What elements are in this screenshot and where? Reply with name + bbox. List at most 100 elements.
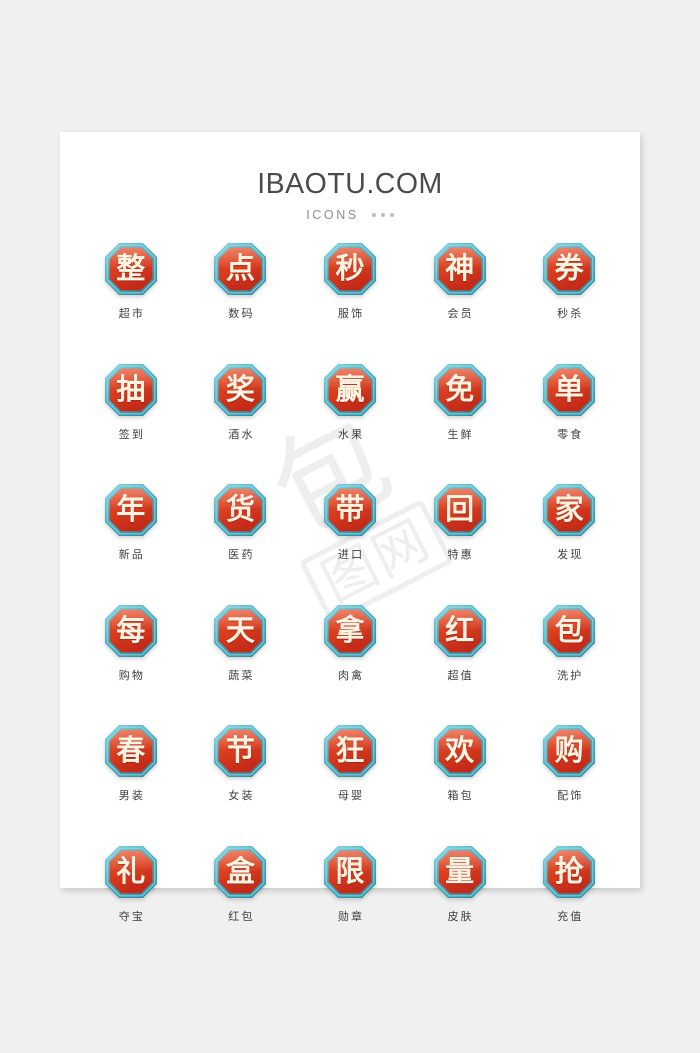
octagon-badge-icon[interactable]: 回	[433, 483, 487, 537]
subtitle-row: ICONS	[60, 208, 640, 222]
badge-character: 整	[116, 251, 146, 285]
icon-cell[interactable]: 单零食	[514, 363, 624, 442]
icon-cell[interactable]: 包洗护	[514, 604, 624, 683]
icon-label: 男装	[118, 789, 146, 802]
octagon-badge-icon[interactable]: 限	[323, 845, 377, 899]
octagon-badge-icon[interactable]: 购	[542, 724, 596, 778]
octagon-badge-icon[interactable]: 带	[323, 483, 377, 537]
octagon-badge-icon[interactable]: 免	[433, 363, 487, 417]
icon-cell[interactable]: 节女装	[186, 724, 296, 803]
icon-cell[interactable]: 红超值	[405, 604, 515, 683]
icon-label: 勋章	[337, 909, 365, 923]
octagon-badge-icon[interactable]: 货	[213, 483, 267, 537]
badge-character: 抽	[116, 371, 146, 406]
icon-cell[interactable]: 点数码	[186, 242, 296, 321]
octagon-badge-icon[interactable]: 春	[104, 724, 158, 778]
octagon-badge-icon[interactable]: 神	[433, 242, 487, 296]
octagon-badge-icon[interactable]: 券	[542, 242, 596, 296]
dots-decoration-icon	[371, 213, 394, 217]
octagon-badge-icon[interactable]: 抢	[542, 845, 596, 899]
badge-character: 盒	[225, 853, 255, 888]
icon-cell[interactable]: 奖酒水	[186, 363, 296, 442]
octagon-badge-icon[interactable]: 抽	[104, 363, 158, 417]
octagon-badge-icon[interactable]: 单	[542, 363, 596, 417]
icon-cell[interactable]: 年新品	[76, 483, 186, 562]
icon-cell[interactable]: 拿肉禽	[295, 604, 405, 683]
badge-character: 赢	[335, 371, 365, 406]
badge-character: 年	[116, 492, 146, 526]
icon-label: 进口	[337, 548, 365, 561]
icon-label: 红包	[228, 909, 255, 923]
badge-character: 节	[225, 733, 255, 767]
octagon-badge-icon[interactable]: 节	[213, 724, 267, 778]
octagon-badge-icon[interactable]: 家	[542, 483, 596, 537]
icon-cell[interactable]: 礼夺宝	[76, 845, 186, 924]
icon-cell[interactable]: 限勋章	[295, 845, 405, 924]
icon-cell[interactable]: 秒服饰	[295, 242, 405, 321]
icon-label: 洗护	[557, 668, 584, 682]
icon-cell[interactable]: 每购物	[76, 604, 186, 683]
icon-cell[interactable]: 春男装	[76, 724, 186, 803]
icon-label: 秒杀	[557, 307, 584, 320]
icon-cell[interactable]: 抢充值	[514, 845, 624, 924]
icon-cell[interactable]: 货医药	[186, 483, 296, 562]
octagon-badge-icon[interactable]: 整	[104, 242, 158, 296]
octagon-badge-icon[interactable]: 欢	[433, 724, 487, 778]
octagon-badge-icon[interactable]: 包	[542, 604, 596, 658]
octagon-badge-icon[interactable]: 盒	[213, 845, 267, 899]
icon-label: 购物	[118, 668, 146, 682]
icon-cell[interactable]: 狂母婴	[295, 724, 405, 803]
octagon-badge-icon[interactable]: 量	[433, 845, 487, 899]
dot-icon	[380, 213, 385, 217]
dot-icon	[371, 213, 376, 217]
badge-character: 带	[335, 492, 365, 526]
icon-cell[interactable]: 欢箱包	[405, 724, 515, 803]
icon-label: 箱包	[447, 789, 474, 802]
icon-label: 水果	[337, 427, 365, 441]
octagon-badge-icon[interactable]: 点	[213, 242, 267, 296]
icon-label: 充值	[557, 909, 584, 923]
octagon-badge-icon[interactable]: 赢	[323, 363, 377, 417]
icon-label: 女装	[228, 789, 255, 802]
badge-character: 礼	[116, 853, 146, 888]
octagon-badge-icon[interactable]: 拿	[323, 604, 377, 658]
icon-cell[interactable]: 带进口	[295, 483, 405, 562]
icon-cell[interactable]: 家发现	[514, 483, 624, 562]
octagon-badge-icon[interactable]: 红	[433, 604, 487, 658]
page-subtitle: ICONS	[306, 208, 359, 222]
icon-label: 会员	[447, 307, 474, 320]
badge-character: 拿	[335, 612, 365, 647]
icon-cell[interactable]: 整超市	[76, 242, 186, 321]
badge-character: 欢	[445, 733, 475, 767]
badge-character: 量	[445, 853, 475, 888]
icon-cell[interactable]: 盒红包	[186, 845, 296, 924]
octagon-badge-icon[interactable]: 年	[104, 483, 158, 537]
icon-set-card: 包 图网 IBAOTU.COM ICONS 整超市点数码秒服饰神会员券秒杀抽签到…	[60, 132, 640, 923]
icon-cell[interactable]: 神会员	[405, 242, 515, 321]
icon-cell[interactable]: 天蔬菜	[186, 604, 296, 683]
icon-cell[interactable]: 免生鲜	[405, 363, 515, 442]
octagon-badge-icon[interactable]: 奖	[213, 363, 267, 417]
octagon-badge-icon[interactable]: 每	[104, 604, 158, 658]
icon-cell[interactable]: 券秒杀	[514, 242, 624, 321]
icon-label: 服饰	[337, 307, 365, 320]
badge-character: 免	[445, 371, 475, 406]
icon-label: 签到	[118, 427, 146, 441]
octagon-badge-icon[interactable]: 天	[213, 604, 267, 658]
octagon-badge-icon[interactable]: 秒	[323, 242, 377, 296]
icon-cell[interactable]: 抽签到	[76, 363, 186, 442]
icon-label: 特惠	[447, 548, 474, 561]
icon-cell[interactable]: 赢水果	[295, 363, 405, 442]
octagon-badge-icon[interactable]: 礼	[104, 845, 158, 899]
icon-grid: 整超市点数码秒服饰神会员券秒杀抽签到奖酒水赢水果免生鲜单零食年新品货医药带进口回…	[60, 242, 640, 924]
badge-character: 购	[554, 733, 584, 767]
octagon-badge-icon[interactable]: 狂	[323, 724, 377, 778]
icon-cell[interactable]: 回特惠	[405, 483, 515, 562]
dot-icon	[389, 213, 394, 217]
badge-character: 神	[445, 251, 475, 285]
badge-character: 单	[554, 371, 584, 406]
icon-cell[interactable]: 量皮肤	[405, 845, 515, 924]
icon-label: 数码	[228, 307, 255, 320]
icon-cell[interactable]: 购配饰	[514, 724, 624, 803]
badge-character: 狂	[335, 733, 365, 767]
